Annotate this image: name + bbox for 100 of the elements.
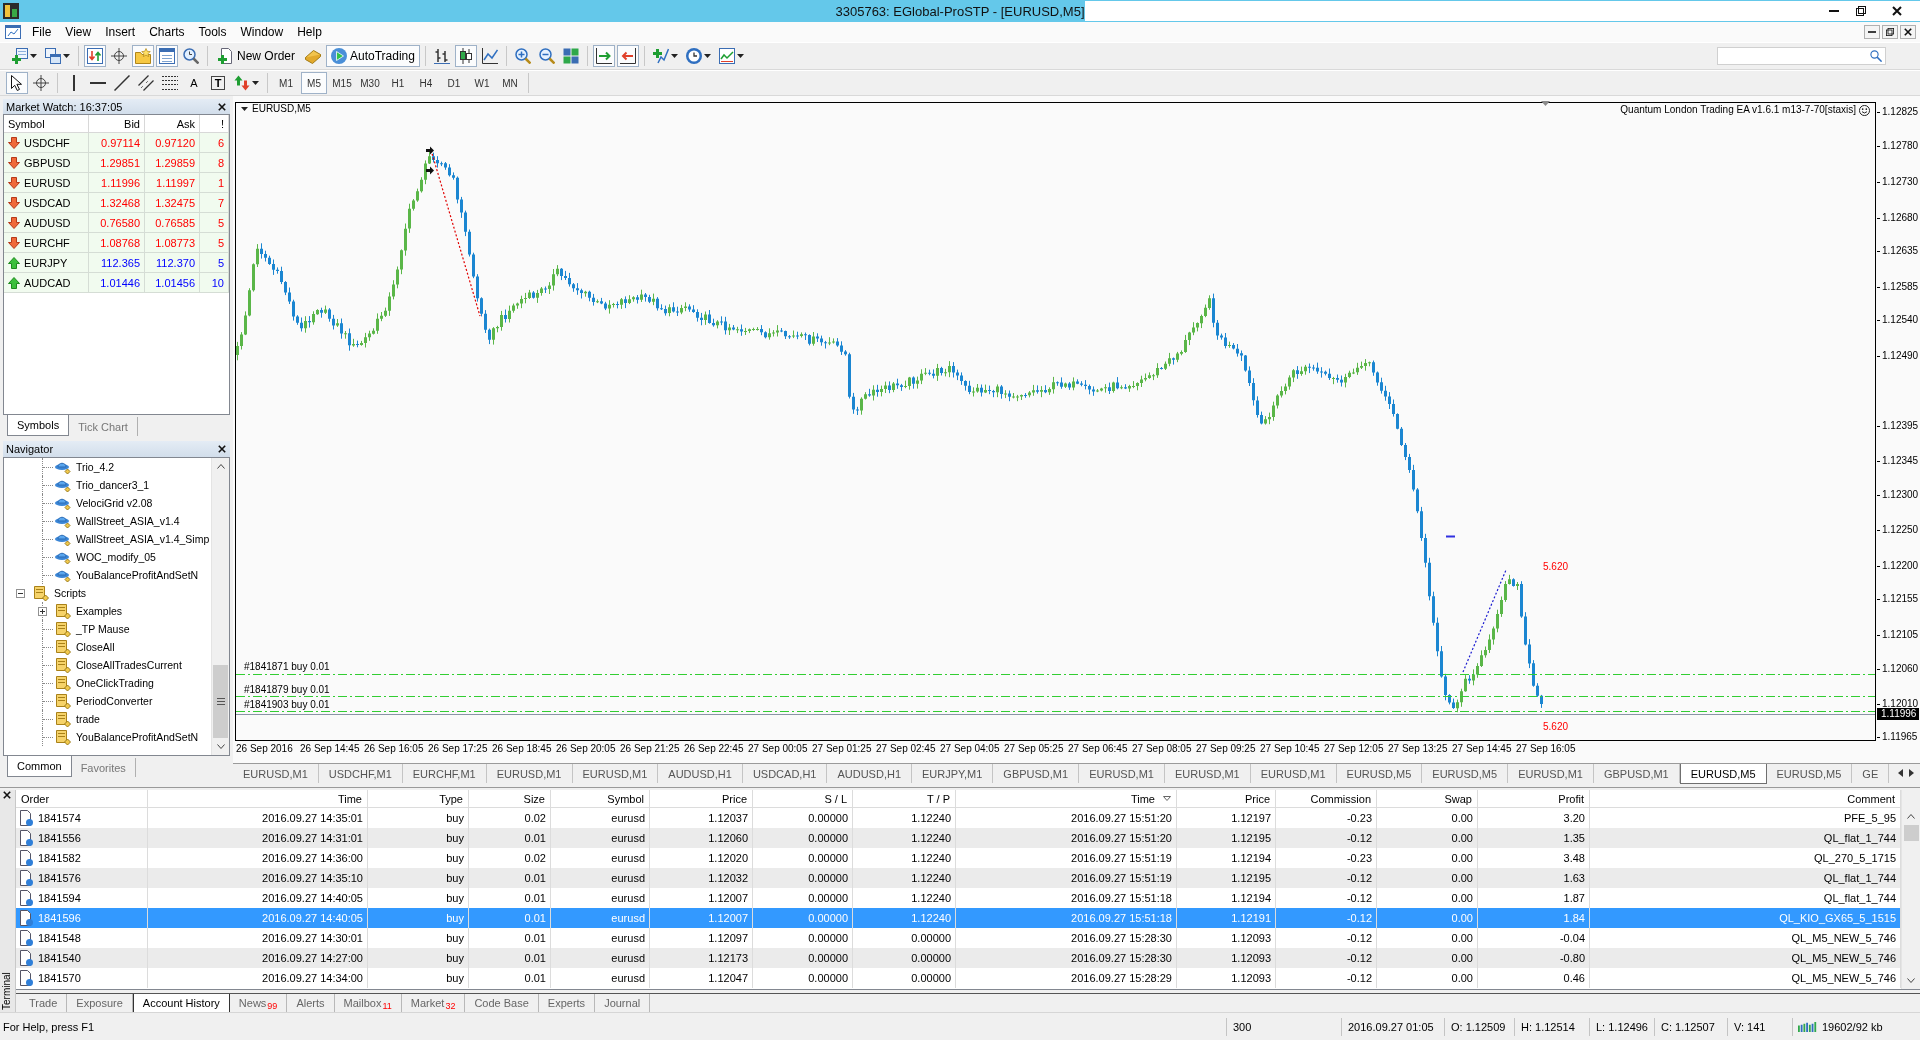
menu-item[interactable]: File bbox=[25, 23, 59, 41]
trend-line-button[interactable] bbox=[111, 72, 133, 94]
tree-item[interactable]: VelociGrid v2.08 bbox=[76, 497, 153, 509]
crosshair-button[interactable] bbox=[30, 72, 52, 94]
text-label-tool-button[interactable]: T bbox=[207, 72, 229, 94]
tree-item[interactable]: YouBalanceProfitAndSetN bbox=[76, 569, 199, 581]
chart-tab[interactable]: EURUSD,M1 bbox=[1508, 764, 1594, 783]
quote-row[interactable]: EURCHF 1.08768 1.08773 5 bbox=[4, 233, 229, 253]
chart-tab[interactable]: GE bbox=[1852, 764, 1890, 783]
chart-tab[interactable]: USDCHF,M1 bbox=[318, 764, 403, 783]
quote-row[interactable]: USDCAD 1.32468 1.32475 7 bbox=[4, 193, 229, 213]
tree-item[interactable]: trade bbox=[76, 713, 100, 725]
quote-row[interactable]: AUDCAD 1.01446 1.01456 10 bbox=[4, 273, 229, 293]
scrollbar[interactable] bbox=[1901, 790, 1920, 989]
chart-tab[interactable]: EURUSD,M1 bbox=[572, 764, 659, 783]
order-number: 1841574 bbox=[38, 812, 81, 824]
close-button[interactable] bbox=[218, 445, 226, 453]
scrollbar-thumb[interactable] bbox=[213, 665, 228, 738]
tree-item[interactable]: YouBalanceProfitAndSetN bbox=[76, 731, 199, 743]
chart-tab[interactable]: EURUSD,M5 bbox=[1422, 764, 1509, 783]
text-tool-button[interactable]: A bbox=[183, 72, 205, 94]
timeframe-button[interactable]: M1 bbox=[273, 72, 299, 94]
tree-item[interactable]: CloseAll bbox=[76, 641, 115, 653]
chart-tab[interactable]: EURUSD,M5 bbox=[1766, 764, 1853, 783]
timeframe-button[interactable]: H1 bbox=[385, 72, 411, 94]
tree-item[interactable]: Scripts bbox=[54, 587, 87, 599]
scroll-left-button[interactable] bbox=[1898, 769, 1903, 777]
scroll-right-button[interactable] bbox=[1909, 769, 1914, 777]
tree-item[interactable]: OneClickTrading bbox=[76, 677, 154, 689]
chart-tab[interactable]: USDCAD,H1 bbox=[742, 764, 828, 783]
quote-row[interactable]: EURJPY 112.365 112.370 5 bbox=[4, 253, 229, 273]
price-label: 1.12105 bbox=[1877, 629, 1919, 641]
chart-tab[interactable]: EURUSD,M5 bbox=[1336, 764, 1423, 783]
chart-tab[interactable]: EURUSD,M1 bbox=[1164, 764, 1251, 783]
terminal-button[interactable] bbox=[156, 45, 178, 67]
tree-item[interactable]: WallStreet_ASIA_v1.4_Simp bbox=[76, 533, 210, 545]
autotrading-button[interactable]: AutoTrading bbox=[326, 45, 420, 67]
tester-button[interactable] bbox=[180, 45, 202, 67]
autoscroll-button[interactable] bbox=[592, 45, 615, 67]
chart-tab[interactable]: EURCHF,M1 bbox=[402, 764, 487, 783]
timeframe-button[interactable]: MN bbox=[497, 72, 523, 94]
cursor-button[interactable] bbox=[6, 72, 28, 94]
close-button[interactable] bbox=[1900, 25, 1916, 39]
order-row[interactable]: 1841576 2016.09.27 14:35:10 buy 0.01 eurusd 1.12032 0.00000 1.12240 2016.09.27 15:51:19 1.12195 -0.12 0.00 1.63 QL_flat_1_744 bbox=[16, 868, 1901, 888]
chart-tab[interactable]: AUDUSD,H1 bbox=[827, 764, 913, 783]
chart-tab[interactable]: GBPUSD,M1 bbox=[993, 764, 1080, 783]
panel-tab[interactable]: Favorites bbox=[71, 758, 136, 777]
chart-tab[interactable]: EURUSD,M1 bbox=[486, 764, 573, 783]
timeframe-button[interactable]: W1 bbox=[469, 72, 495, 94]
menu-item[interactable]: Insert bbox=[98, 23, 143, 41]
timeframe-button[interactable]: M5 bbox=[301, 72, 327, 94]
chart-tab[interactable]: EURUSD,M1 bbox=[1079, 764, 1165, 783]
panel-tab[interactable]: Symbols bbox=[7, 415, 70, 436]
menu-item[interactable]: Charts bbox=[142, 23, 192, 41]
tree-item[interactable]: Trio_4.2 bbox=[76, 461, 115, 473]
search-field[interactable] bbox=[1717, 47, 1886, 65]
close-button[interactable] bbox=[3, 791, 11, 799]
timeframe-button[interactable]: D1 bbox=[441, 72, 467, 94]
tree-item[interactable]: Trio_dancer3_1 bbox=[76, 479, 150, 491]
menu-item[interactable]: Window bbox=[233, 23, 291, 41]
menu-item[interactable]: Tools bbox=[191, 23, 234, 41]
menu-item[interactable]: View bbox=[58, 23, 99, 41]
order-row[interactable]: 1841556 2016.09.27 14:31:01 buy 0.01 eurusd 1.12060 0.00000 1.12240 2016.09.27 15:51:20 1.12195 -0.12 0.00 1.35 QL_flat_1_744 bbox=[16, 828, 1901, 848]
quote-row[interactable]: USDCHF 0.97114 0.97120 6 bbox=[4, 133, 229, 153]
chart-tab[interactable]: EURJPY,M1 bbox=[912, 764, 994, 783]
close-button[interactable] bbox=[218, 102, 226, 111]
tree-item[interactable]: WallStreet_ASIA_v1.4 bbox=[76, 515, 180, 527]
chart-tab[interactable]: EURUSD,M1 bbox=[1250, 764, 1337, 783]
quote-row[interactable]: AUDUSD 0.76580 0.76585 5 bbox=[4, 213, 229, 233]
tree-item[interactable]: _TP Mause bbox=[76, 623, 130, 635]
tree-item[interactable]: WOC_modify_05 bbox=[76, 551, 156, 563]
tree-item[interactable]: PeriodConverter bbox=[76, 695, 153, 707]
restore-button[interactable] bbox=[1882, 25, 1898, 39]
timeframe-button[interactable]: M15 bbox=[329, 72, 355, 94]
tree-item[interactable]: Examples bbox=[76, 605, 123, 617]
panel-tab[interactable]: Common bbox=[7, 756, 72, 777]
profiles-button[interactable] bbox=[42, 45, 73, 67]
chart-shift-button[interactable] bbox=[616, 45, 639, 67]
data-window-button[interactable] bbox=[108, 45, 130, 67]
scrollbar[interactable] bbox=[211, 458, 229, 755]
quote-row[interactable]: EURUSD 1.11996 1.11997 1 bbox=[4, 173, 229, 193]
candlestick-button[interactable] bbox=[454, 45, 477, 67]
chart-tab[interactable]: EURUSD,M1 bbox=[233, 764, 319, 783]
new-order-button[interactable]: New Order bbox=[213, 45, 300, 67]
minimize-button[interactable] bbox=[1864, 25, 1880, 39]
tree-item[interactable]: CloseAllTradesCurrent bbox=[76, 659, 182, 671]
timeframe-button[interactable]: M30 bbox=[357, 72, 383, 94]
scrollbar-thumb[interactable] bbox=[1903, 825, 1919, 841]
market-watch-button[interactable] bbox=[84, 45, 106, 67]
panel-tab[interactable]: Tick Chart bbox=[69, 417, 138, 436]
order-row[interactable]: 1841540 2016.09.27 14:27:00 buy 0.01 eurusd 1.12173 0.00000 0.00000 2016.09.27 15:28:30 1.12093 -0.12 0.00 -0.80 QL_M5_NEW_5_746 bbox=[16, 948, 1901, 968]
chart-tab[interactable]: AUDUSD,H1 bbox=[658, 764, 743, 783]
chart-tab[interactable]: GBPUSD,M1 bbox=[1593, 764, 1680, 783]
timeframe-button[interactable]: H4 bbox=[413, 72, 439, 94]
new-chart-button[interactable] bbox=[9, 45, 40, 67]
status-field: O: 1.12509 bbox=[1444, 1017, 1514, 1036]
chart-tab[interactable]: EURUSD,M5 bbox=[1679, 764, 1767, 784]
menu-item[interactable]: Help bbox=[290, 23, 329, 41]
quote-row[interactable]: GBPUSD 1.29851 1.29859 8 bbox=[4, 153, 229, 173]
navigator-button[interactable] bbox=[132, 45, 154, 67]
